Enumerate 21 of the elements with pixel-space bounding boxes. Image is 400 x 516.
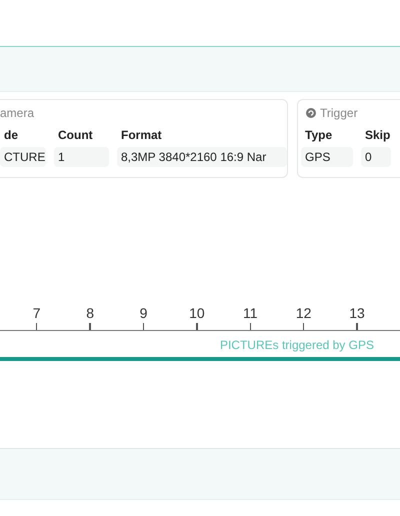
tick-label: 8 bbox=[86, 305, 94, 321]
tick-label: 10 bbox=[189, 305, 205, 321]
column-header: Count bbox=[57, 128, 94, 142]
card-title: Trigger bbox=[320, 106, 358, 120]
column-header: Type bbox=[304, 128, 334, 142]
tick-label: 12 bbox=[296, 305, 312, 321]
timeline-caption: PICTUREs triggered by GPS bbox=[218, 338, 375, 352]
tick-label: 7 bbox=[32, 305, 41, 321]
column-header: de bbox=[3, 128, 20, 142]
tick-label: 9 bbox=[140, 305, 148, 321]
tick-label: 11 bbox=[242, 305, 258, 321]
column-header: Skip bbox=[364, 128, 391, 142]
value-field[interactable]: 1 bbox=[54, 147, 109, 167]
column-header: Format bbox=[120, 128, 163, 142]
value-field[interactable]: GPS bbox=[301, 147, 353, 167]
tick-label: 13 bbox=[349, 305, 365, 321]
value-field[interactable]: 0 bbox=[361, 147, 391, 167]
card-title: amera bbox=[0, 106, 34, 120]
value-field[interactable]: CTURE bbox=[0, 147, 46, 167]
trigger-icon bbox=[306, 108, 316, 118]
value-field[interactable]: 8,3MP 3840*2160 16:9 Nar bbox=[117, 147, 287, 167]
